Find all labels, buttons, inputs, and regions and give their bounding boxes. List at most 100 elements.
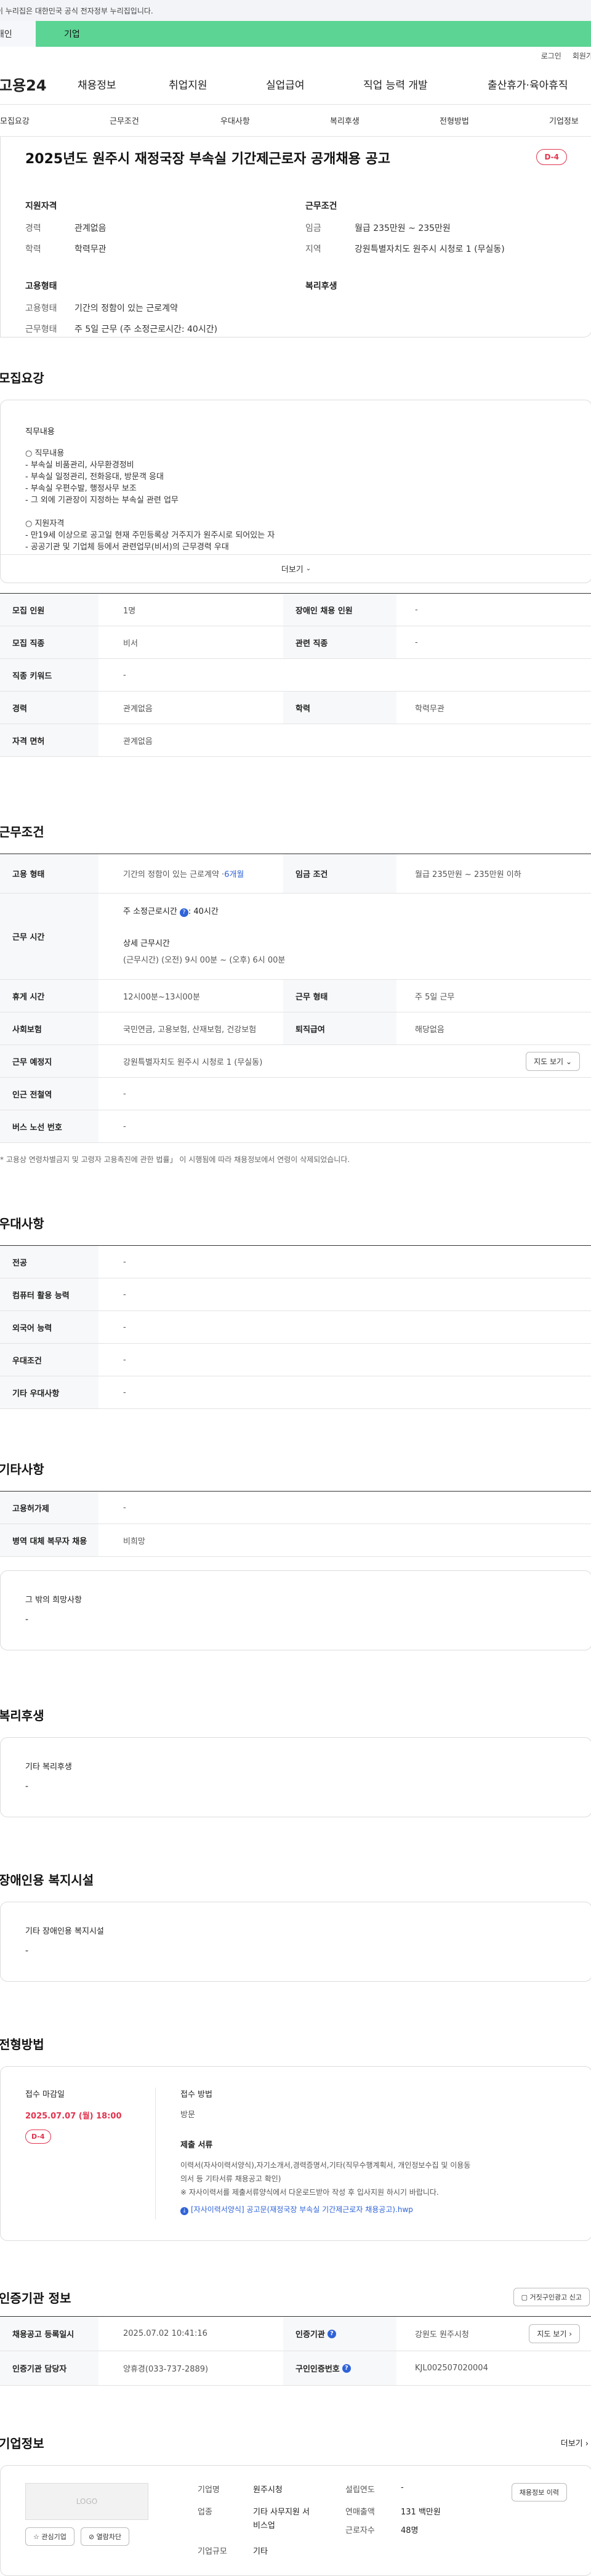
- nav-unemployment[interactable]: 실업급여: [266, 76, 363, 92]
- table-row: 컴퓨터 활용 능력 -: [0, 1278, 591, 1311]
- row-label: 직종 키워드: [0, 659, 98, 691]
- anchor-recruit[interactable]: 모집요강: [0, 115, 30, 126]
- etc-title: 기타사항: [0, 1462, 44, 1477]
- row-value: 기타: [253, 2547, 268, 2556]
- row-value: -: [123, 1290, 126, 1299]
- welfare-head: 복리후생: [305, 281, 337, 291]
- row-label: 장애인 채용 인원: [283, 594, 396, 626]
- anchor-welfare[interactable]: 복리후생: [330, 115, 360, 126]
- job-desc-line: [25, 506, 567, 518]
- job-desc-text: ○ 직무내용 - 부속실 비품관리, 사무환경정비 - 부속실 일정관리, 전화응대…: [25, 448, 567, 553]
- favorite-button[interactable]: ☆ 관심기업: [25, 2527, 74, 2546]
- emp-head: 고용형태: [25, 281, 57, 291]
- qual-head: 지원자격: [25, 201, 57, 211]
- row-value: 12시00분~13시00분: [123, 992, 200, 1002]
- row-label: 휴게 시간: [0, 980, 98, 1012]
- work-title: 근무조건: [0, 825, 44, 839]
- row-value: 2025.07.02 10:41:16: [123, 2329, 207, 2338]
- row-value: 월급 235만원 ~ 235만원: [355, 224, 451, 233]
- block-button[interactable]: ⊘ 열람차단: [80, 2527, 130, 2546]
- row-label: 구인인증번호?: [283, 2351, 396, 2385]
- row-value: 1명: [123, 606, 136, 616]
- row-label: 외국어 능력: [0, 1311, 98, 1343]
- row-label: 자격 면허: [0, 724, 98, 756]
- info-icon[interactable]: ?: [342, 2364, 351, 2373]
- row-value: 월급 235만원 ~ 235만원 이하: [415, 870, 521, 879]
- row-label: 근무 시간: [0, 894, 98, 979]
- job-desc-line: - 공공기관 및 기업체 등에서 관련업무(비서)의 근무경력 우대: [25, 543, 229, 552]
- site-logo[interactable]: 고용24: [0, 73, 78, 95]
- disabled-card: 기타 장애인용 복지시설 -: [0, 1902, 591, 1982]
- company-more-link[interactable]: 더보기 ›: [561, 2437, 589, 2449]
- info-icon[interactable]: ?: [179, 908, 188, 917]
- row-label: 기타 우대사항: [0, 1376, 98, 1408]
- row-value: -: [123, 1355, 126, 1365]
- row-value: 설립연도: [345, 2485, 375, 2495]
- row-label: 모집 직종: [0, 626, 98, 658]
- row-value: 관계없음: [123, 737, 153, 746]
- job-desc-line: - 그 외에 기관장이 지정하는 부속실 관련 업무: [25, 496, 179, 505]
- row-label: 채용공고 등록일시: [0, 2317, 98, 2351]
- row-label: 학력: [283, 692, 396, 724]
- agency-title: 인증기관 정보: [0, 2290, 71, 2306]
- row-value: 지역: [305, 244, 321, 254]
- row-value: 양휴경(033-737-2889): [123, 2365, 209, 2374]
- row-label: 근무 형태: [283, 980, 396, 1012]
- more-button[interactable]: 더보기 ⌄: [1, 554, 591, 583]
- row-value: 비스업: [253, 2521, 275, 2530]
- report-button[interactable]: ▢ 거짓구인광고 신고: [513, 2288, 590, 2306]
- row-value: 학력무관: [74, 244, 107, 254]
- row-value: 기업규모: [198, 2547, 227, 2556]
- row-value: 131 백만원: [401, 2508, 441, 2517]
- row-value: -: [123, 1257, 126, 1267]
- row-value: 주 5일 근무 (주 소정근로시간: 40시간): [74, 325, 218, 334]
- tab-company[interactable]: 기업: [36, 21, 591, 47]
- row-value: 학력무관: [415, 704, 444, 714]
- pref-table: 전공 - 컴퓨터 활용 능력 - 외국어 능력 - 우대조건 - 기타 우대사항 -: [0, 1245, 591, 1409]
- signup-link[interactable]: 회원가입: [573, 50, 591, 61]
- row-value: -: [415, 637, 418, 647]
- row-value: 강원특별자치도 원주시 시청로 1 (무실동) 지도 보기 ⌄: [98, 1045, 591, 1077]
- nav-skills[interactable]: 직업 능력 개발: [363, 76, 488, 92]
- row-value: 주 5일 근무: [415, 992, 455, 1002]
- util-nav: 로그인 회원가입: [0, 47, 591, 64]
- welfare-title: 복리후생: [0, 1708, 44, 1723]
- attachment-link[interactable]: ⤓ [자사이력서양식] 공고문(재정국장 부속실 기간제근로자 채용공고).hwp: [180, 2204, 567, 2215]
- anchor-pref[interactable]: 우대사항: [220, 115, 250, 126]
- row-value: 강원도 원주시청 지도 보기 ›: [396, 2317, 591, 2351]
- row-label: 임금 조건: [283, 854, 396, 893]
- row-label: 컴퓨터 활용 능력: [0, 1278, 98, 1310]
- row-value: -: [123, 1121, 126, 1131]
- login-link[interactable]: 로그인: [541, 50, 561, 61]
- row-value: -: [123, 1387, 126, 1397]
- table-row: 고용허가제 -: [0, 1492, 591, 1524]
- row-value: 48명: [401, 2526, 419, 2535]
- row-label: 경력: [0, 692, 98, 724]
- anchor-work[interactable]: 근무조건: [110, 115, 139, 126]
- hire-history-button[interactable]: 채용정보 이력: [511, 2483, 567, 2501]
- row-value: 국민연금, 고용보험, 산재보험, 건강보험: [123, 1025, 257, 1035]
- map-button[interactable]: 지도 보기 ⌄: [526, 1051, 580, 1071]
- doc-icon: ▢: [521, 2293, 528, 2301]
- anchor-company[interactable]: 기업정보: [549, 115, 579, 126]
- job-title: 2025년도 원주시 재정국장 부속실 기간제근로자 공개채용 공고: [25, 151, 390, 167]
- row-label: 인증기관?: [283, 2317, 396, 2351]
- row-value: 학력: [25, 244, 41, 254]
- nav-employment-support[interactable]: 취업지원: [169, 76, 266, 92]
- job-desc-line: - 부속실 일정관리, 전화응대, 방문객 응대: [25, 472, 164, 482]
- tab-personal[interactable]: 개인: [0, 21, 36, 47]
- job-desc-line: ○ 지원자격: [25, 519, 65, 528]
- summary-card: 2025년도 원주시 재정국장 부속실 기간제근로자 공개채용 공고 D-4 지…: [0, 137, 591, 337]
- agency-table: 채용공고 등록일시 2025.07.02 10:41:16 인증기관? 강원도 원주시…: [0, 2316, 591, 2386]
- company-title: 기업정보: [0, 2436, 44, 2451]
- table-row: 병역 대체 복무자 채용 비희망: [0, 1524, 591, 1557]
- row-value: 강원특별자치도 원주시 시청로 1 (무실동): [355, 244, 505, 254]
- dday-badge: D-4: [536, 149, 567, 165]
- row-value: 고용형태: [25, 304, 57, 313]
- info-icon[interactable]: ?: [327, 2329, 336, 2338]
- anchor-process[interactable]: 전형방법: [440, 115, 469, 126]
- nav-leave[interactable]: 출산휴가·육아휴직: [488, 76, 568, 92]
- agency-map-button[interactable]: 지도 보기 ›: [529, 2324, 580, 2343]
- row-label: 고용 형태: [0, 854, 98, 893]
- nav-jobs[interactable]: 채용정보: [78, 76, 169, 92]
